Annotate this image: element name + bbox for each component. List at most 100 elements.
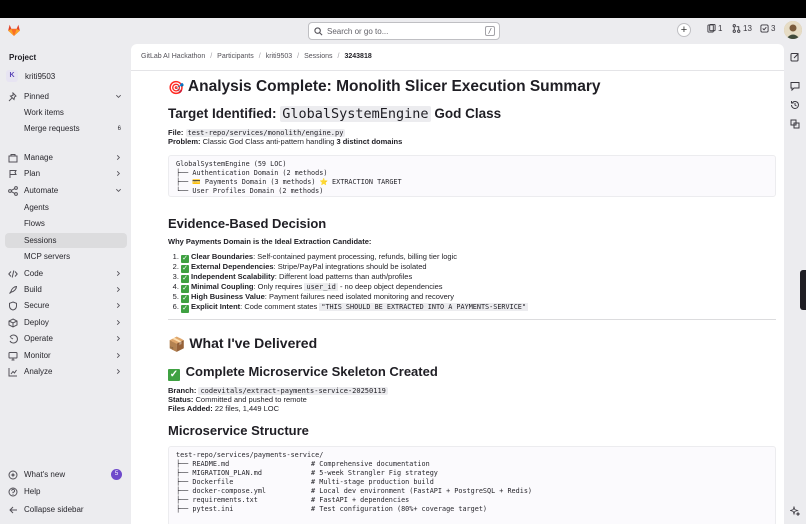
sidebar-item-deploy[interactable]: Deploy <box>5 315 127 330</box>
sidebar-item-help[interactable]: Help <box>5 484 127 499</box>
chevron-down-icon <box>116 188 121 192</box>
code-line: test-repo/services/payments-service/ <box>176 451 324 459</box>
sidebar-item-flows[interactable]: Flows <box>5 216 127 231</box>
target-heading-suffix: God Class <box>430 106 502 121</box>
breadcrumb-link[interactable]: Participants <box>217 53 254 60</box>
sidebar-item-agents[interactable]: Agents <box>5 200 127 215</box>
chart-icon <box>8 367 17 376</box>
create-new-button[interactable]: + <box>677 23 691 37</box>
sidebar-item-work-items[interactable]: Work items <box>5 105 127 120</box>
sidebar-item-mcp-servers[interactable]: MCP servers <box>5 249 127 264</box>
breadcrumb-link[interactable]: kriti9503 <box>266 53 292 60</box>
switch-icon[interactable] <box>790 119 800 129</box>
check-mark-icon: ✓ <box>181 265 189 273</box>
top-navigation: Search or go to... / + 1 13 3 <box>0 18 806 44</box>
chevron-right-icon <box>116 353 120 358</box>
chevron-down-icon <box>116 94 121 98</box>
sidebar-item-secure[interactable]: Secure <box>5 298 127 313</box>
user-avatar[interactable] <box>784 21 802 39</box>
code-line: ├── 💳 Payments Domain (3 methods) ⭐ EXTR… <box>176 178 402 186</box>
evidence-bold: Explicit Intent <box>191 302 241 311</box>
breadcrumb-link[interactable]: Sessions <box>304 53 332 60</box>
list-item: ✓Explicit Intent: Code comment states "T… <box>181 302 528 313</box>
sidebar-item-label: Deploy <box>24 318 49 327</box>
files-line: Files Added: 22 files, 1,449 LOC <box>168 404 279 413</box>
status-text: Committed and pushed to remote <box>195 395 307 404</box>
sidebar-item-label: Operate <box>24 334 53 343</box>
sidebar-header: Project <box>9 53 37 62</box>
evidence-code: user_id <box>304 283 338 291</box>
sidebar-item-label: Collapse sidebar <box>24 505 84 514</box>
chevron-right-icon <box>116 287 120 292</box>
sidebar-item-whats-new[interactable]: What's new 5 <box>5 467 127 482</box>
evidence-code: "THIS SHOULD BE EXTRACTED INTO A PAYMENT… <box>319 303 528 311</box>
sidebar-item-monitor[interactable]: Monitor <box>5 348 127 363</box>
sidebar-item-build[interactable]: Build <box>5 282 127 297</box>
sidebar-item-label: Monitor <box>24 351 51 360</box>
branch-name-code: codevitals/extract-payments-service-2025… <box>198 387 388 395</box>
chat-icon[interactable] <box>790 81 800 91</box>
chevron-right-icon <box>116 155 120 160</box>
sidebar-item-label: Sessions <box>24 236 57 245</box>
sidebar-item-collapse[interactable]: Collapse sidebar <box>5 502 127 517</box>
sidebar-item-operate[interactable]: Operate <box>5 331 127 346</box>
target-heading-prefix: Target Identified: <box>168 106 281 121</box>
chevron-right-icon <box>116 271 120 276</box>
problem-bold-text: 3 distinct domains <box>336 137 403 146</box>
sidebar-item-pinned[interactable]: Pinned <box>5 89 127 104</box>
chevron-right-icon <box>116 336 120 341</box>
files-label: Files Added: <box>168 404 213 413</box>
branch-line: Branch: codevitals/extract-payments-serv… <box>168 386 388 395</box>
sidebar-project-link[interactable]: K kriti9503 <box>6 70 55 82</box>
domain-tree-codeblock: GlobalSystemEngine (59 LOC) ├── Authentic… <box>168 155 776 197</box>
sidebar-item-plan[interactable]: Plan <box>5 166 127 181</box>
sidebar-item-label: Automate <box>24 186 59 195</box>
evidence-bold: External Dependencies <box>191 262 274 271</box>
evidence-bold: High Business Value <box>191 292 265 301</box>
evidence-subheading: Why Payments Domain is the Ideal Extract… <box>168 237 372 246</box>
search-placeholder: Search or go to... <box>327 26 389 36</box>
search-box[interactable]: Search or go to... / <box>308 22 500 40</box>
todos-counter-button[interactable]: 3 <box>760 24 775 33</box>
whats-new-badge: 5 <box>111 469 122 480</box>
sidebar-item-label: Manage <box>24 153 53 162</box>
help-icon <box>8 487 18 496</box>
sidebar-item-label: Pinned <box>24 92 49 101</box>
sidebar-item-label: Work items <box>24 108 64 117</box>
sidebar-item-label: What's new <box>24 470 66 479</box>
duo-sparkle-icon[interactable] <box>790 506 800 516</box>
breadcrumb-current[interactable]: 3243818 <box>344 53 371 60</box>
breadcrumb-link[interactable]: GitLab AI Hackathon <box>141 53 205 60</box>
evidence-text: : Code comment states <box>240 302 320 311</box>
sidebar-item-sessions[interactable]: Sessions <box>5 233 127 248</box>
target-class-code: GlobalSystemEngine <box>280 106 431 122</box>
chevron-right-icon <box>116 171 120 176</box>
gitlab-logo-icon[interactable] <box>7 23 21 37</box>
edit-icon[interactable] <box>790 52 800 62</box>
delivered-heading-text: What I've Delivered <box>189 335 318 351</box>
history-icon[interactable] <box>790 100 800 110</box>
sidebar-item-automate[interactable]: Automate <box>5 183 127 198</box>
evidence-bold: Independent Scalability <box>191 272 275 281</box>
check-mark-icon: ✓ <box>168 369 180 381</box>
automate-icon <box>8 185 18 196</box>
evidence-text: : Self-contained payment processing, ref… <box>253 252 457 261</box>
whats-new-icon <box>8 470 18 479</box>
todo-check-icon <box>760 24 769 33</box>
evidence-text: : Different load patterns than auth/prof… <box>274 272 413 281</box>
shield-icon <box>9 300 17 311</box>
sidebar-item-code[interactable]: Code <box>5 266 127 281</box>
sidebar-item-manage[interactable]: Manage <box>5 150 127 165</box>
page-title: 🎯 Analysis Complete: Monolith Slicer Exe… <box>168 78 601 96</box>
search-shortcut-key: / <box>485 26 495 36</box>
evidence-text: - no deep object dependencies <box>337 282 443 291</box>
sidebar-item-merge-requests[interactable]: Merge requests 6 <box>5 121 127 136</box>
drawer-handle[interactable] <box>800 270 806 310</box>
page-title-text: Analysis Complete: Monolith Slicer Execu… <box>187 78 601 95</box>
issues-counter-button[interactable]: 1 <box>707 24 722 33</box>
merge-requests-counter-button[interactable]: 13 <box>732 24 752 33</box>
sidebar-item-analyze[interactable]: Analyze <box>5 364 127 379</box>
sidebar-item-label: Analyze <box>24 367 53 376</box>
sidebar-item-label: MCP servers <box>24 252 71 261</box>
check-mark-icon: ✓ <box>181 285 189 293</box>
